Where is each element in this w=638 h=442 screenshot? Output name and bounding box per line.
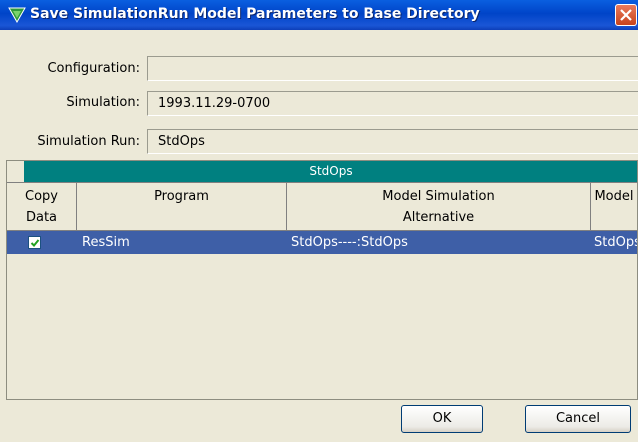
column-header-alternative-line2: Alternative: [402, 210, 475, 225]
column-header-alternative[interactable]: Model Simulation Alternative: [287, 183, 591, 231]
simulation-value: 1993.11.29-0700: [158, 96, 271, 111]
simulation-run-value: StdOps: [158, 134, 205, 149]
close-button[interactable]: [615, 4, 637, 26]
column-header-model-label: Model: [594, 189, 634, 204]
column-header-copy-data[interactable]: Copy Data: [7, 183, 77, 231]
copy-data-checkbox[interactable]: [28, 236, 41, 249]
column-header-program-label: Program: [154, 189, 209, 204]
column-header-alternative-line1: Model Simulation: [382, 189, 495, 204]
model-cell: StdOps...: [594, 235, 637, 250]
table-row[interactable]: ResSim StdOps----:StdOps StdOps...: [7, 231, 637, 254]
configuration-field: [147, 56, 638, 81]
model-table[interactable]: Copy Data Program Model Simulation Alter…: [7, 182, 637, 398]
configuration-label: Configuration:: [47, 61, 140, 76]
simulation-field: 1993.11.29-0700: [147, 91, 638, 116]
ok-button[interactable]: OK: [401, 405, 483, 433]
close-icon: [620, 9, 632, 21]
app-icon: [8, 6, 26, 24]
column-header-model[interactable]: Model: [591, 183, 637, 231]
column-header-copy-data-line1: Copy: [25, 189, 58, 204]
title-bar[interactable]: Save SimulationRun Model Parameters to B…: [0, 0, 638, 30]
simulation-run-label: Simulation Run:: [37, 134, 140, 149]
save-parameters-dialog: Save SimulationRun Model Parameters to B…: [0, 0, 638, 442]
cancel-button[interactable]: Cancel: [525, 405, 631, 433]
checkmark-icon: [30, 239, 40, 247]
model-table-panel: StdOps Copy Data Program Model Simulatio…: [6, 160, 638, 400]
simulation-run-field: StdOps: [147, 129, 638, 154]
copy-data-cell: [7, 231, 77, 254]
alternative-cell: StdOps----:StdOps: [291, 235, 408, 250]
table-group-header: StdOps: [24, 161, 637, 182]
column-header-copy-data-line2: Data: [25, 210, 58, 225]
window-title: Save SimulationRun Model Parameters to B…: [30, 6, 480, 22]
simulation-label: Simulation:: [66, 95, 140, 110]
program-cell: ResSim: [82, 235, 130, 250]
column-header-program[interactable]: Program: [77, 183, 287, 231]
